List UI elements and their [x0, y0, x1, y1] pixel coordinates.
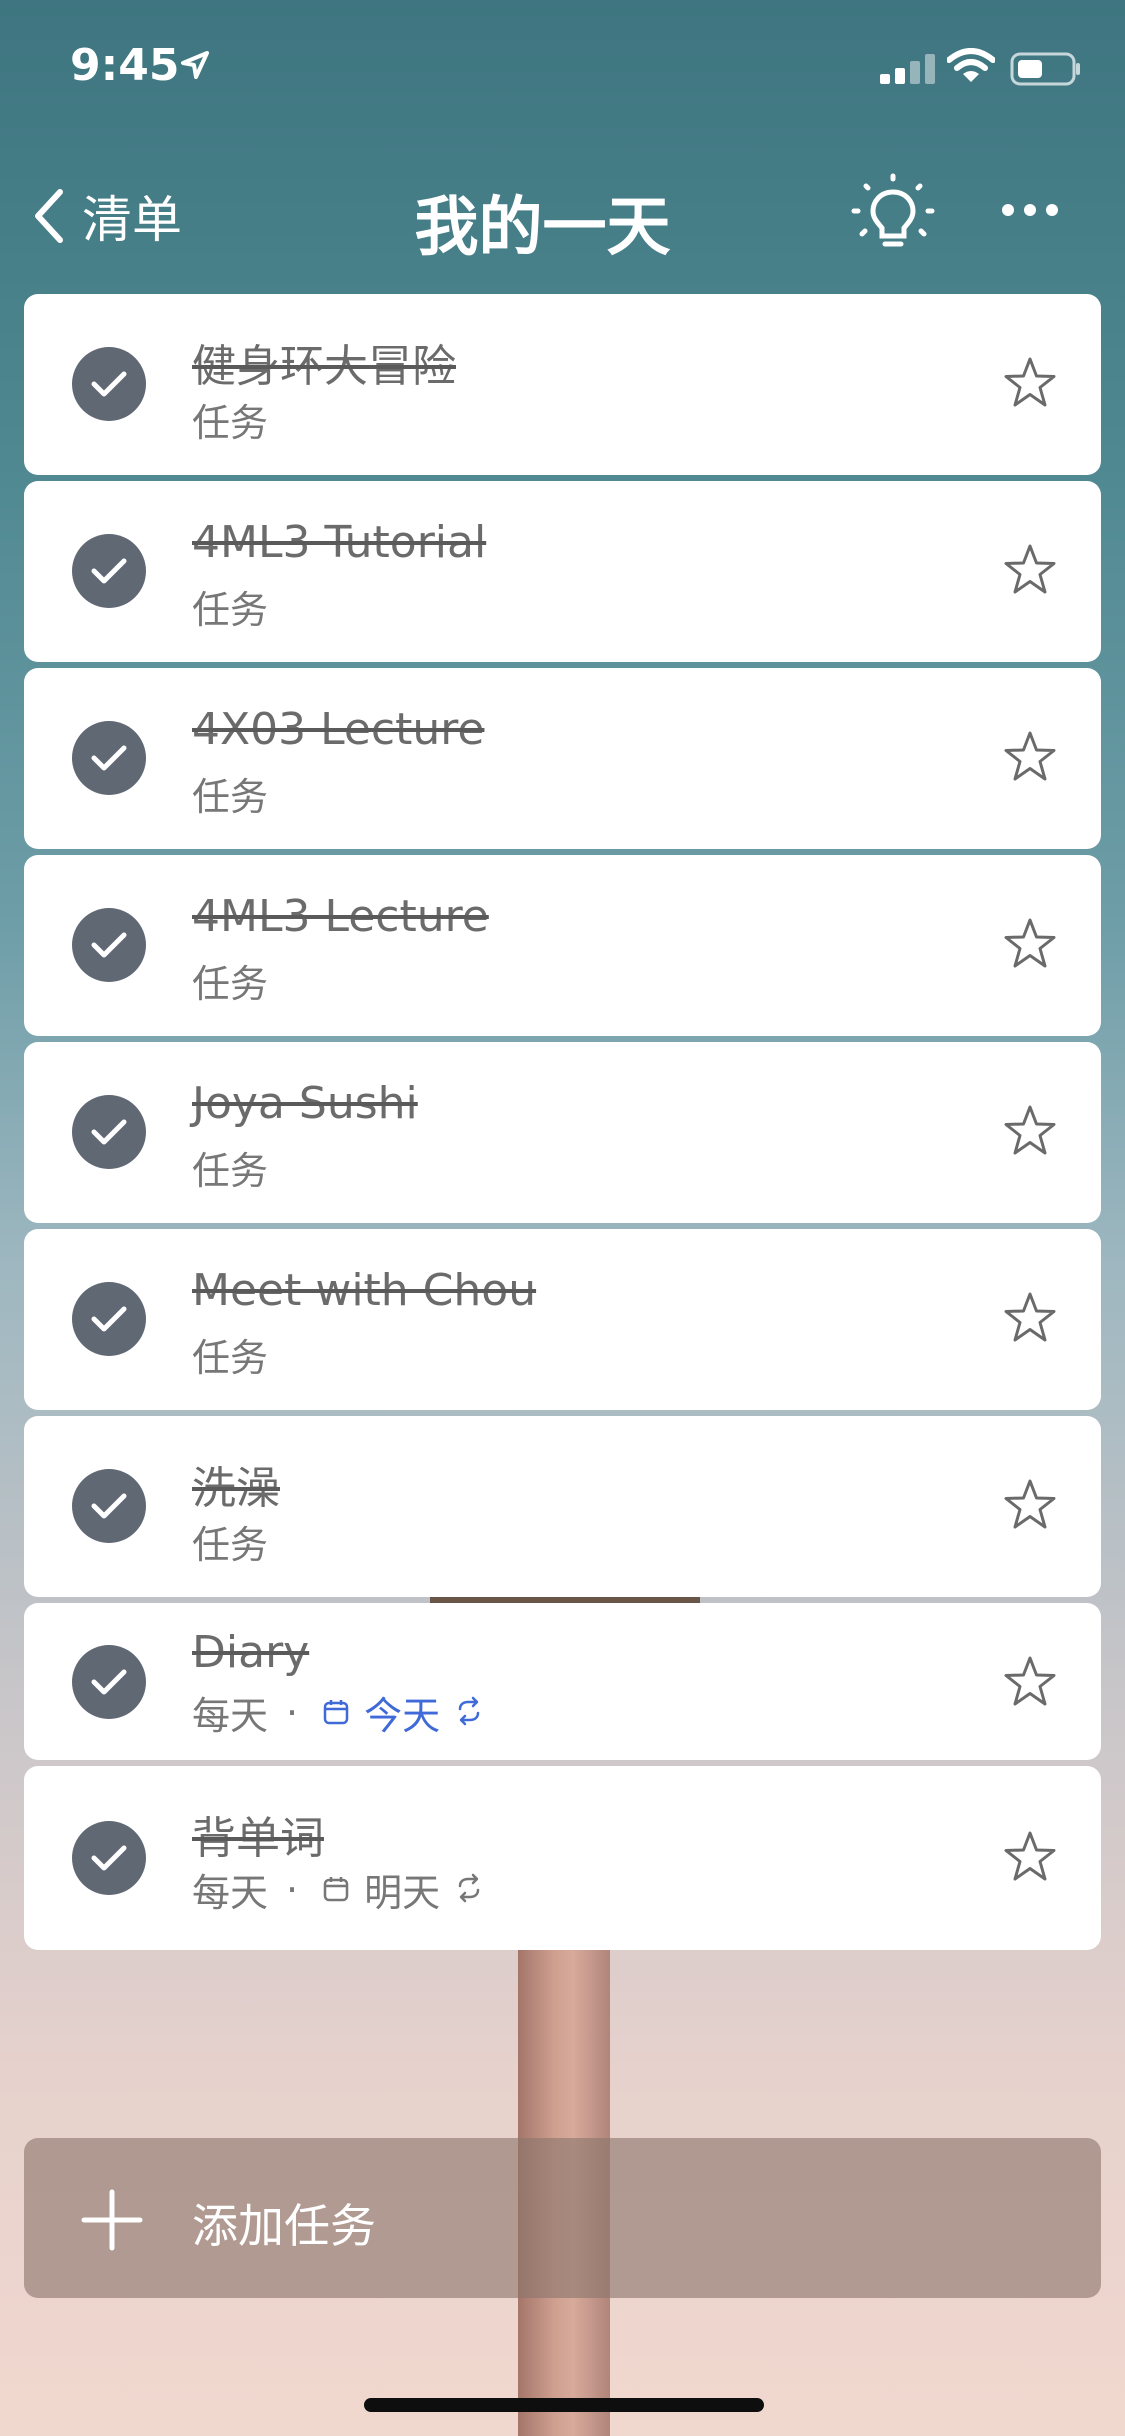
battery-icon	[1010, 52, 1082, 90]
due-date-label: 今天	[364, 1694, 441, 1738]
completed-checkbox[interactable]	[72, 534, 146, 608]
due-date-label: 明天	[364, 1871, 441, 1915]
plus-icon	[80, 2188, 144, 2256]
task-list-name: 任务	[192, 588, 269, 632]
task-list-name: 任务	[192, 401, 269, 445]
task-list-name: 任务	[192, 962, 269, 1006]
star-icon[interactable]	[1000, 1476, 1060, 1540]
task-title: Joya Sushi	[192, 1078, 418, 1129]
task-subtitle: 任务	[192, 579, 268, 634]
checkmark-icon	[91, 932, 127, 958]
more-options-icon[interactable]	[1000, 200, 1060, 224]
completed-checkbox[interactable]	[72, 1095, 146, 1169]
checkmark-icon	[91, 1306, 127, 1332]
recurrence-label: 每天	[192, 1871, 269, 1915]
task-list-name: 任务	[192, 1149, 269, 1193]
task-subtitle: 任务	[192, 953, 268, 1008]
task-item[interactable]: 健身环大冒险 任务	[24, 294, 1101, 475]
recurrence-label: 每天	[192, 1694, 269, 1738]
task-title: Meet with Chou	[192, 1265, 537, 1316]
checkmark-icon	[91, 1119, 127, 1145]
star-icon[interactable]	[1000, 1102, 1060, 1166]
task-title: 洗澡	[192, 1463, 280, 1514]
task-item[interactable]: Diary 每天 · 今天	[24, 1603, 1101, 1760]
completed-checkbox[interactable]	[72, 347, 146, 421]
task-subtitle: 任务	[192, 392, 268, 447]
completed-checkbox[interactable]	[72, 1282, 146, 1356]
checkmark-icon	[91, 1669, 127, 1695]
task-item[interactable]: Joya Sushi 任务	[24, 1042, 1101, 1223]
task-item[interactable]: 4X03 Lecture 任务	[24, 668, 1101, 849]
completed-checkbox[interactable]	[72, 1645, 146, 1719]
checkmark-icon	[91, 745, 127, 771]
task-list-name: 任务	[192, 1523, 269, 1567]
task-item[interactable]: 背单词 每天 · 明天	[24, 1766, 1101, 1950]
star-icon[interactable]	[1000, 1828, 1060, 1892]
star-icon[interactable]	[1000, 1289, 1060, 1353]
task-list-name: 任务	[192, 775, 269, 819]
checkmark-icon	[91, 1493, 127, 1519]
completed-checkbox[interactable]	[72, 1469, 146, 1543]
checkmark-icon	[91, 371, 127, 397]
task-item[interactable]: 4ML3 Tutorial 任务	[24, 481, 1101, 662]
repeat-icon	[454, 1691, 484, 1735]
location-arrow-icon	[180, 50, 210, 84]
star-icon[interactable]	[1000, 541, 1060, 605]
checkmark-icon	[91, 1845, 127, 1871]
task-title: Diary	[192, 1627, 310, 1678]
status-bar: 9:45	[0, 0, 1125, 132]
task-title: 4ML3 Tutorial	[192, 517, 487, 568]
repeat-icon	[454, 1868, 484, 1912]
task-subtitle: 任务	[192, 1514, 268, 1569]
task-item[interactable]: Meet with Chou 任务	[24, 1229, 1101, 1410]
star-icon[interactable]	[1000, 1653, 1060, 1717]
star-icon[interactable]	[1000, 728, 1060, 792]
task-list-name: 任务	[192, 1336, 269, 1380]
task-subtitle: 每天 · 明天	[192, 1862, 484, 1917]
task-item[interactable]: 4ML3 Lecture 任务	[24, 855, 1101, 1036]
task-title: 健身环大冒险	[192, 341, 456, 392]
add-task-label: 添加任务	[192, 2199, 376, 2253]
task-title: 4ML3 Lecture	[192, 891, 489, 942]
status-time: 9:45	[70, 40, 180, 91]
wifi-icon	[946, 48, 996, 88]
task-subtitle: 任务	[192, 1140, 268, 1195]
calendar-icon	[322, 1868, 350, 1912]
task-title: 4X03 Lecture	[192, 704, 485, 755]
add-task-button[interactable]: 添加任务	[24, 2138, 1101, 2298]
completed-checkbox[interactable]	[72, 721, 146, 795]
task-title: 背单词	[192, 1813, 324, 1864]
completed-checkbox[interactable]	[72, 908, 146, 982]
star-icon[interactable]	[1000, 354, 1060, 418]
task-subtitle: 任务	[192, 766, 268, 821]
calendar-icon	[322, 1691, 350, 1735]
home-indicator	[364, 2398, 764, 2412]
lightbulb-icon[interactable]	[848, 170, 938, 264]
star-icon[interactable]	[1000, 915, 1060, 979]
checkmark-icon	[91, 558, 127, 584]
separator-dot: ·	[286, 1690, 299, 1735]
task-list: 健身环大冒险 任务 4ML3 Tutorial 任务 4X03 Lecture …	[24, 294, 1101, 1956]
task-item[interactable]: 洗澡 任务	[24, 1416, 1101, 1597]
task-subtitle: 每天 · 今天	[192, 1685, 484, 1740]
completed-checkbox[interactable]	[72, 1821, 146, 1895]
task-subtitle: 任务	[192, 1327, 268, 1382]
navigation-bar: 清单 我的一天	[0, 150, 1125, 280]
separator-dot: ·	[286, 1867, 299, 1912]
cellular-signal-icon	[880, 52, 936, 88]
